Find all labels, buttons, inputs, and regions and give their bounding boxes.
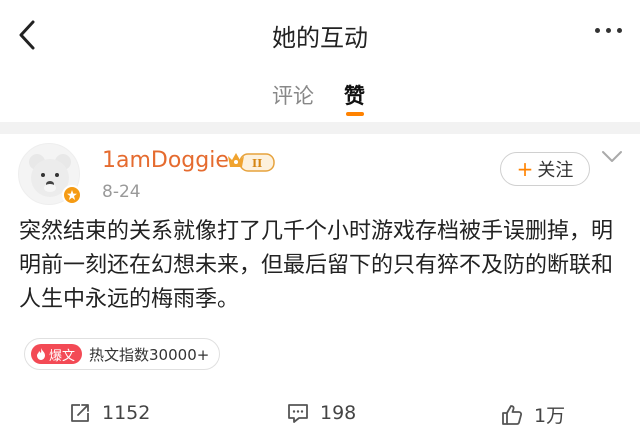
hot-index-tag[interactable]: 爆文 热文指数30000+ xyxy=(24,338,221,370)
hot-pill: 爆文 xyxy=(31,344,83,364)
top-bar: 她的互动 xyxy=(0,0,640,70)
repost-button[interactable]: 1152 xyxy=(68,401,150,425)
post-content: 突然结束的关系就像打了几千个小时游戏存档被手误删掉，明明前一刻还在幻想未来，但最… xyxy=(19,219,614,312)
follow-label: 关注 xyxy=(537,160,574,181)
section-divider xyxy=(0,122,640,134)
tab-likes[interactable]: 赞 xyxy=(344,80,365,110)
repost-count: 1152 xyxy=(102,402,151,424)
tab-bar: 评论 赞 xyxy=(0,70,640,118)
like-button[interactable]: 1万 xyxy=(500,401,565,428)
plus-icon: + xyxy=(516,157,534,181)
hot-pill-label: 爆文 xyxy=(49,348,76,364)
comment-button[interactable]: 198 xyxy=(286,401,356,425)
flame-icon xyxy=(37,348,45,360)
username[interactable]: 1amDoggie xyxy=(102,148,229,173)
follow-button[interactable]: + 关注 xyxy=(500,152,590,186)
tab-comments[interactable]: 评论 xyxy=(272,80,314,110)
more-button[interactable] xyxy=(595,28,622,33)
comment-icon xyxy=(288,404,308,423)
chevron-down-icon[interactable] xyxy=(601,149,623,168)
more-dots-icon xyxy=(595,28,600,33)
comment-count: 198 xyxy=(320,402,357,424)
verified-badge-icon xyxy=(62,185,82,205)
post-date: 8-24 xyxy=(102,182,141,202)
page-title: 她的互动 xyxy=(272,24,368,52)
member-badge-icon: II xyxy=(226,150,276,178)
active-tab-indicator xyxy=(346,112,364,116)
avatar[interactable] xyxy=(18,143,82,205)
member-badge-text: II xyxy=(252,157,262,170)
thumbs-up-icon xyxy=(502,404,523,425)
like-count: 1万 xyxy=(534,405,566,427)
repost-icon xyxy=(71,404,89,422)
hot-index-text: 热文指数30000+ xyxy=(89,345,210,364)
action-bar: 1152 198 1万 xyxy=(0,395,640,435)
